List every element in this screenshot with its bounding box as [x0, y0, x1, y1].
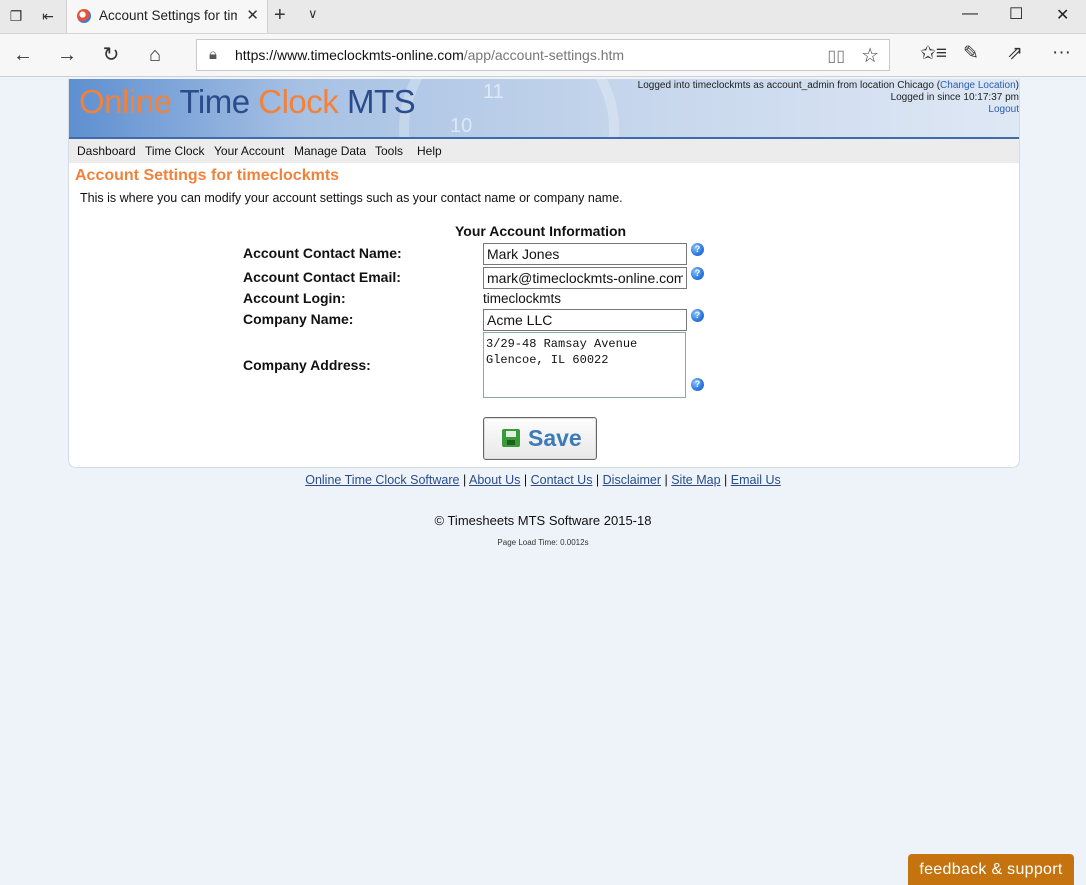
save-button-label: Save — [528, 425, 582, 451]
company-address-textarea[interactable]: 3/29-48 Ramsay Avenue Glencoe, IL 60022 — [483, 332, 686, 398]
menu-manage-data[interactable]: Manage Data — [294, 144, 366, 158]
contact-name-input[interactable] — [483, 243, 687, 265]
clock-watermark — [399, 79, 619, 137]
site-favicon-icon — [77, 9, 91, 23]
footer-link-disclaimer[interactable]: Disclaimer — [603, 473, 661, 487]
browser-tab-active[interactable]: Account Settings for timeclockmts ✕ — [66, 0, 268, 33]
menu-your-account[interactable]: Your Account — [214, 144, 284, 158]
company-address-label: Company Address: — [243, 357, 371, 373]
url-host: https://www.timeclockmts-online.com — [235, 47, 464, 63]
company-name-label: Company Name: — [243, 311, 354, 327]
help-icon[interactable]: ? — [691, 243, 704, 256]
tab-title: Account Settings for timeclockmts — [99, 8, 237, 23]
footer-link-contact[interactable]: Contact Us — [531, 473, 593, 487]
logo-word-online: Online — [79, 83, 172, 120]
footer-link-sitemap[interactable]: Site Map — [671, 473, 720, 487]
logo-word-time: Time — [179, 83, 250, 120]
footer-separator: | — [592, 473, 603, 487]
tab-actions-icon[interactable]: ❐ — [6, 6, 26, 26]
footer-link-software[interactable]: Online Time Clock Software — [305, 473, 459, 487]
forward-arrow-icon[interactable]: → — [54, 42, 80, 68]
back-arrow-icon[interactable]: ← — [10, 42, 36, 68]
tab-close-icon[interactable]: ✕ — [246, 6, 259, 24]
url-path: /app/account-settings.htm — [463, 47, 625, 63]
address-bar[interactable]: 🔒︎ https://www.timeclockmts-online.com/a… — [196, 39, 890, 71]
login-info: Logged into timeclockmts as account_admi… — [638, 80, 1019, 116]
help-icon[interactable]: ? — [691, 309, 704, 322]
lock-icon: 🔒︎ — [209, 46, 217, 63]
window-close-icon[interactable]: ✕ — [1056, 5, 1069, 25]
site-logo[interactable]: Online Time Clock MTS — [79, 83, 416, 121]
page-title: Account Settings for timeclockmts — [75, 167, 340, 184]
refresh-icon[interactable]: ↻ — [98, 42, 124, 68]
footer-link-email[interactable]: Email Us — [731, 473, 781, 487]
login-status-text: Logged into timeclockmts as account_admi… — [637, 80, 941, 91]
new-tab-icon[interactable]: + — [274, 4, 286, 27]
footer-separator: | — [459, 473, 469, 487]
section-title: Your Account Information — [455, 223, 627, 239]
url-text[interactable]: https://www.timeclockmts-online.com/app/… — [235, 47, 624, 63]
company-name-input[interactable] — [483, 309, 687, 331]
footer-separator: | — [720, 473, 731, 487]
logo-word-mts: MTS — [346, 83, 416, 120]
copyright: © Timesheets MTS Software 2015-18 — [434, 513, 652, 528]
menu-dashboard[interactable]: Dashboard — [77, 144, 136, 158]
tab-preview-chevron-down-icon[interactable]: ∨ — [308, 6, 318, 22]
floppy-disk-icon — [502, 429, 520, 447]
logged-in-since: Logged in since 10:17:37 pm — [890, 92, 1019, 103]
login-status-suffix: ) — [1015, 80, 1019, 91]
account-login-label: Account Login: — [243, 290, 346, 306]
footer-links: Online Time Clock Software | About Us | … — [0, 473, 1086, 487]
pen-icon[interactable]: ✎ — [963, 42, 979, 65]
maximize-icon[interactable]: ☐ — [1009, 4, 1023, 24]
account-login-value: timeclockmts — [483, 291, 562, 306]
footer-link-about[interactable]: About Us — [469, 473, 520, 487]
footer-separator: | — [661, 473, 672, 487]
favorite-star-icon[interactable]: ☆ — [861, 43, 879, 68]
contact-email-label: Account Contact Email: — [243, 269, 401, 285]
footer-separator: | — [520, 473, 531, 487]
contact-email-input[interactable] — [483, 267, 687, 289]
help-icon[interactable]: ? — [691, 378, 704, 391]
page-description: This is where you can modify your accoun… — [80, 191, 623, 205]
favorites-hub-icon[interactable]: ✩≡ — [920, 42, 947, 65]
save-button[interactable]: Save — [483, 417, 597, 460]
set-aside-tabs-icon[interactable]: ⇤ — [38, 6, 58, 26]
main-menu: Dashboard Time Clock Your Account Manage… — [69, 139, 1019, 163]
minimize-icon[interactable]: — — [962, 5, 978, 23]
clock-number: 11 — [483, 81, 504, 103]
change-location-link[interactable]: Change Location — [940, 80, 1016, 91]
browser-nav-bar: ← → ↻ ⌂ 🔒︎ https://www.timeclockmts-onli… — [0, 34, 1086, 77]
clock-number: 10 — [450, 115, 473, 137]
feedback-support-button[interactable]: feedback & support — [908, 854, 1074, 885]
menu-tools[interactable]: Tools — [375, 144, 403, 158]
page-container: 11 10 Online Time Clock MTS Logged into … — [68, 79, 1020, 468]
home-icon[interactable]: ⌂ — [142, 42, 168, 68]
page-load-time: Page Load Time: 0.0012s — [497, 538, 589, 547]
site-banner: 11 10 Online Time Clock MTS Logged into … — [69, 79, 1019, 139]
browser-tab-bar: ❐ ⇤ Account Settings for timeclockmts ✕ … — [0, 0, 1086, 34]
menu-help[interactable]: Help — [417, 144, 442, 158]
logo-word-clock: Clock — [258, 83, 339, 120]
more-icon[interactable]: ··· — [1052, 42, 1071, 64]
share-icon[interactable]: ⇗ — [1007, 42, 1023, 65]
menu-time-clock[interactable]: Time Clock — [145, 144, 205, 158]
help-icon[interactable]: ? — [691, 267, 704, 280]
logout-link[interactable]: Logout — [988, 104, 1019, 115]
contact-name-label: Account Contact Name: — [243, 245, 402, 261]
reading-view-icon[interactable]: ▯▯ — [827, 46, 845, 66]
